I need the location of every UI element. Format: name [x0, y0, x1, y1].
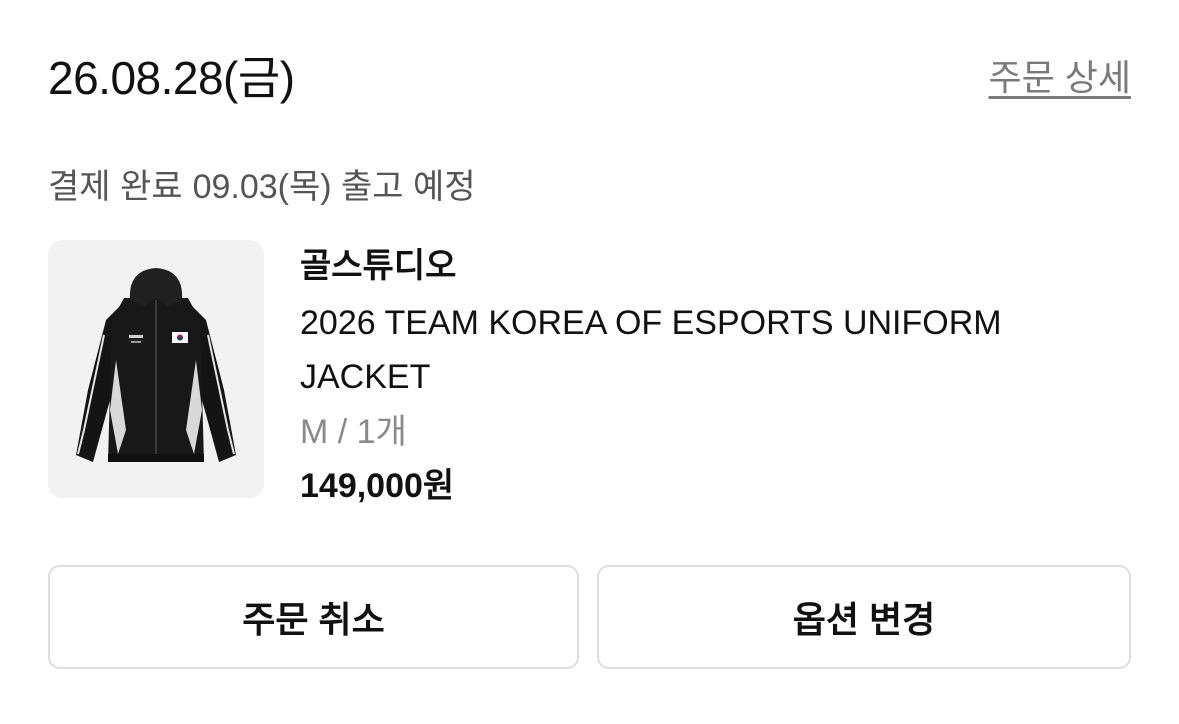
- shipping-eta: 09.03(목) 출고 예정: [192, 168, 476, 206]
- product-thumbnail[interactable]: [48, 240, 264, 498]
- order-status-line: 결제 완료 09.03(목) 출고 예정: [48, 166, 476, 208]
- payment-status: 결제 완료: [48, 168, 183, 206]
- order-date: 26.08.28(금): [48, 52, 295, 104]
- product-option: M / 1개: [300, 413, 407, 451]
- black-track-jacket-image: [76, 268, 236, 462]
- product-name[interactable]: 2026 TEAM KOREA OF ESPORTS UNIFORM JACKE…: [300, 296, 1100, 404]
- product-price: 149,000원: [300, 467, 455, 505]
- change-option-button[interactable]: 옵션 변경: [597, 565, 1131, 669]
- product-info: 골스튜디오 2026 TEAM KOREA OF ESPORTS UNIFORM…: [300, 240, 1100, 510]
- brand-name[interactable]: 골스튜디오: [300, 242, 1100, 290]
- cancel-order-button[interactable]: 주문 취소: [48, 565, 579, 669]
- order-detail-link[interactable]: 주문 상세: [989, 56, 1131, 100]
